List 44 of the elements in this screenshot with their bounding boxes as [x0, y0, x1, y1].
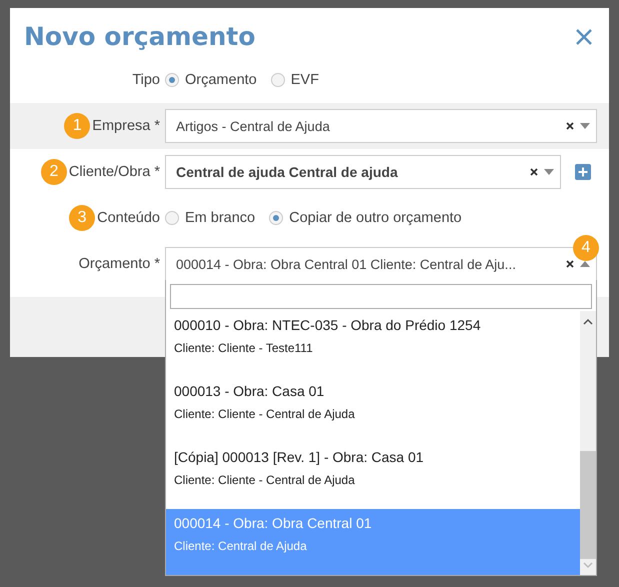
field-label: Orçamento * [78, 256, 160, 272]
option-title: 000013 - Obra: Casa 01 [174, 383, 326, 399]
select-value: Central de ajuda Central de ajuda [176, 164, 399, 180]
step-number-badge: 4 [573, 235, 599, 261]
radio-option[interactable]: Em branco [165, 210, 256, 226]
clear-icon[interactable] [566, 260, 574, 268]
radio-option[interactable]: Orçamento [165, 72, 257, 88]
step-number-badge: 3 [69, 205, 96, 231]
caret-icon[interactable] [544, 169, 554, 175]
select-field[interactable]: Artigos - Central de Ajuda [165, 109, 597, 143]
dropdown-option[interactable]: 000013 - Obra: Casa 01 Cliente: Cliente - Central de Ajuda [166, 377, 580, 443]
clear-icon[interactable] [566, 122, 574, 130]
radio-button[interactable] [165, 73, 179, 87]
search-field[interactable] [170, 284, 592, 309]
dialog-title: Novo orçamento [24, 22, 256, 51]
radio-button[interactable] [269, 211, 284, 225]
radio-label: Em branco [185, 210, 256, 226]
field-label: Conteúdo [97, 210, 160, 226]
step-number-badge: 1 [64, 113, 90, 139]
option-subtitle: Cliente: Cliente - Central de Ajuda [174, 407, 356, 421]
select-field[interactable]: Central de ajuda Central de ajuda [165, 155, 561, 189]
option-title: [Cópia] 000013 [Rev. 1] - Obra: Casa 01 [174, 449, 425, 465]
caret-icon[interactable] [580, 123, 590, 129]
step-number-badge: 2 [40, 159, 67, 185]
close-icon[interactable] [575, 28, 593, 46]
dropdown-option[interactable]: 000010 - Obra: NTEC-035 - Obra do Prédio 1254 Cliente: Cliente - Teste111 [166, 311, 580, 377]
field-label: Tipo [132, 72, 160, 88]
option-title: 000010 - Obra: NTEC-035 - Obra do Prédio 1254 [174, 317, 482, 333]
radio-label: Orçamento [185, 72, 257, 88]
option-subtitle: Cliente: Central de Ajuda [174, 539, 308, 553]
option-title: 000014 - Obra: Obra Central 01 [174, 515, 373, 531]
option-subtitle: Cliente: Cliente - Teste111 [174, 341, 314, 355]
select-value: Artigos - Central de Ajuda [176, 118, 331, 134]
radio-button[interactable] [165, 211, 179, 225]
select-value: 000014 - Obra: Obra Central 01 Cliente: Central de Aju... [176, 256, 517, 272]
field-label: Empresa * [92, 118, 160, 134]
dropdown-option[interactable]: [Cópia] 000013 [Rev. 1] - Obra: Casa 01 Cliente: Cliente - Central de Ajuda [166, 443, 580, 509]
field-label: Cliente/Obra * [68, 164, 160, 180]
radio-option[interactable]: EVF [270, 72, 319, 88]
option-subtitle: Cliente: Cliente - Central de Ajuda [174, 473, 356, 487]
clear-icon[interactable] [530, 168, 538, 176]
add-button[interactable] [575, 164, 591, 180]
radio-label: EVF [290, 72, 319, 88]
radio-button[interactable] [270, 73, 285, 87]
